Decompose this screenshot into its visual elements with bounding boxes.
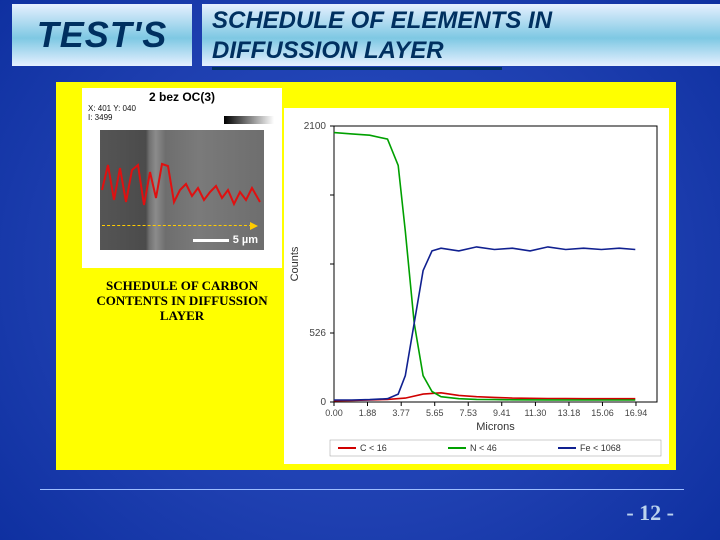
scale-bar: 5 µm <box>193 234 258 246</box>
title-underline-decor <box>212 67 502 70</box>
svg-text:1.88: 1.88 <box>359 408 377 418</box>
svg-text:3.77: 3.77 <box>392 408 410 418</box>
svg-text:Fe < 1068: Fe < 1068 <box>580 443 621 453</box>
svg-text:11.30: 11.30 <box>524 408 546 418</box>
svg-text:0.00: 0.00 <box>325 408 343 418</box>
page-number: - 12 - <box>626 500 674 526</box>
slide-title-line2: DIFFUSSION LAYER <box>212 36 710 66</box>
svg-text:16.94: 16.94 <box>625 408 648 418</box>
svg-text:N < 46: N < 46 <box>470 443 497 453</box>
sem-title: 2 bez OC(3) <box>82 88 282 104</box>
svg-text:0: 0 <box>320 397 326 408</box>
svg-text:526: 526 <box>309 328 326 339</box>
svg-text:2100: 2100 <box>304 121 327 132</box>
scan-direction-arrow-icon <box>102 225 252 226</box>
scale-bar-icon <box>193 239 229 242</box>
svg-text:Microns: Microns <box>476 421 515 433</box>
carbon-trace-icon <box>100 130 264 250</box>
elements-chart: 0 526 2100 0.00 1.88 3.77 5.65 7.53 9.41 11.30 13.… <box>284 108 669 464</box>
svg-text:13.18: 13.18 <box>558 408 581 418</box>
scale-bar-label: 5 µm <box>233 234 258 246</box>
svg-text:15.06: 15.06 <box>591 408 614 418</box>
slide-label: TEST'S <box>12 4 192 66</box>
svg-text:Counts: Counts <box>289 246 301 281</box>
slide-label-text: TEST'S <box>37 14 168 56</box>
svg-text:9.41: 9.41 <box>493 408 511 418</box>
footer-rule <box>40 489 684 490</box>
sem-micrograph: 5 µm <box>100 130 264 250</box>
svg-text:5.65: 5.65 <box>426 408 444 418</box>
slide-title-line1: SCHEDULE OF ELEMENTS IN <box>212 6 710 36</box>
sem-meta-xy: X: 401 Y: 040 <box>88 104 282 113</box>
grayscale-bar-icon <box>224 116 274 124</box>
content-stage: 2 bez OC(3) X: 401 Y: 040 I: 3499 5 µm S… <box>56 82 676 470</box>
chart-svg: 0 526 2100 0.00 1.88 3.77 5.65 7.53 9.41 11.30 13.… <box>284 108 669 464</box>
svg-text:7.53: 7.53 <box>459 408 477 418</box>
svg-text:C < 16: C < 16 <box>360 443 387 453</box>
sem-panel: 2 bez OC(3) X: 401 Y: 040 I: 3499 5 µm <box>82 88 282 268</box>
header: TEST'S SCHEDULE OF ELEMENTS IN DIFFUSSIO… <box>0 4 720 74</box>
slide-title: SCHEDULE OF ELEMENTS IN DIFFUSSION LAYER <box>202 4 720 66</box>
sem-caption: SCHEDULE OF CARBON CONTENTS IN DIFFUSSIO… <box>82 278 282 323</box>
